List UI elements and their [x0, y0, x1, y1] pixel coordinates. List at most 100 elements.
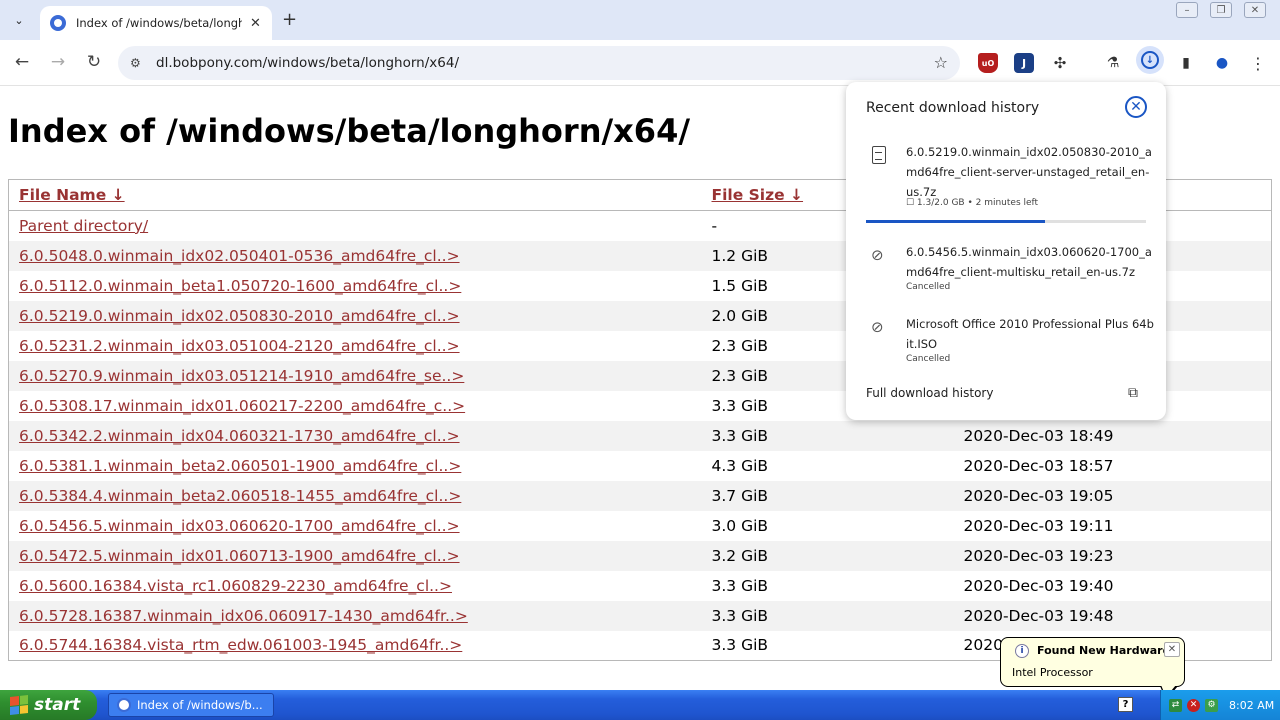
- file-link[interactable]: 6.0.5384.4.winmain_beta2.060518-1455_amd…: [19, 487, 461, 505]
- file-size-cell: 3.2 GiB: [701, 540, 954, 571]
- file-link[interactable]: 6.0.5472.5.winmain_idx01.060713-1900_amd…: [19, 547, 460, 565]
- help-icon[interactable]: ?: [1118, 697, 1133, 712]
- file-size-cell: 3.3 GiB: [701, 420, 954, 451]
- close-popup-icon[interactable]: ✕: [1125, 96, 1147, 118]
- file-link[interactable]: 6.0.5342.2.winmain_idx04.060321-1730_amd…: [19, 427, 460, 445]
- download-popup-title: Recent download history: [866, 100, 1040, 116]
- file-name-header[interactable]: File Name ↓: [8, 179, 702, 211]
- file-link[interactable]: 6.0.5728.16387.winmain_idx06.060917-1430…: [19, 607, 468, 625]
- file-date-cell: 2020-Dec-03 19:11: [963, 516, 1114, 535]
- table-row: 6.0.5384.4.winmain_beta2.060518-1455_amd…: [8, 480, 1272, 511]
- side-panel-icon[interactable]: ▮: [1176, 53, 1196, 73]
- extensions-puzzle-icon[interactable]: ✣: [1050, 53, 1070, 73]
- download-file-name[interactable]: Microsoft Office 2010 Professional Plus …: [906, 314, 1156, 354]
- parent-directory-link[interactable]: Parent directory/: [19, 217, 148, 235]
- file-date-cell: 2020-Dec-03 19:40: [963, 576, 1114, 595]
- table-row: 6.0.5381.1.winmain_beta2.060501-1900_amd…: [9, 451, 1272, 481]
- downloads-button[interactable]: ↓: [1136, 46, 1164, 74]
- file-name-cell: 6.0.5270.9.winmain_idx03.051214-1910_amd…: [8, 360, 702, 391]
- sort-by-size-link[interactable]: File Size ↓: [712, 186, 804, 204]
- file-name-cell: 6.0.5381.1.winmain_beta2.060501-1900_amd…: [9, 451, 702, 481]
- file-link[interactable]: 6.0.5308.17.winmain_idx01.060217-2200_am…: [19, 397, 465, 415]
- address-bar[interactable]: ⚙ dl.bobpony.com/windows/beta/longhorn/x…: [118, 46, 960, 80]
- file-link[interactable]: 6.0.5219.0.winmain_idx02.050830-2010_amd…: [19, 307, 460, 325]
- file-size-cell: 4.3 GiB: [711, 456, 769, 475]
- open-external-icon[interactable]: ⧉: [1128, 385, 1138, 401]
- ublock-extension-icon[interactable]: uO: [978, 53, 998, 73]
- file-date-cell: 2020-Dec-03 19:05: [953, 480, 1272, 511]
- download-history-popup: Recent download history ✕ 6.0.5219.0.win…: [846, 82, 1166, 420]
- balloon-close-icon[interactable]: ✕: [1164, 642, 1180, 657]
- file-name-cell: 6.0.5472.5.winmain_idx01.060713-1900_amd…: [8, 540, 702, 571]
- tab-close-icon[interactable]: ✕: [250, 16, 261, 31]
- file-name-cell: 6.0.5456.5.winmain_idx03.060620-1700_amd…: [9, 511, 702, 541]
- table-row: 6.0.5600.16384.vista_rc1.060829-2230_amd…: [9, 571, 1272, 601]
- taskbar: start Index of /windows/b... ? ⇄ ✕ ⚙ 8:0…: [0, 690, 1280, 720]
- file-link[interactable]: 6.0.5270.9.winmain_idx03.051214-1910_amd…: [19, 367, 464, 385]
- menu-kebab-icon[interactable]: ⋮: [1248, 53, 1268, 73]
- file-link[interactable]: 6.0.5112.0.winmain_beta1.050720-1600_amd…: [19, 277, 461, 295]
- file-name-cell: Parent directory/: [9, 211, 702, 241]
- globe-favicon-icon: [50, 15, 66, 31]
- info-icon: i: [1015, 644, 1029, 658]
- security-alert-icon[interactable]: ✕: [1187, 698, 1200, 712]
- tab-strip: ⌄ Index of /windows/beta/longhorn ✕ + – …: [0, 0, 1280, 40]
- table-row: 6.0.5342.2.winmain_idx04.060321-1730_amd…: [8, 420, 1272, 451]
- site-settings-icon[interactable]: ⚙: [130, 56, 148, 70]
- file-name-cell: 6.0.5600.16384.vista_rc1.060829-2230_amd…: [9, 571, 702, 601]
- table-row: 6.0.5456.5.winmain_idx03.060620-1700_amd…: [9, 511, 1272, 541]
- full-download-history-link[interactable]: Full download history: [866, 386, 993, 400]
- taskbar-item-label: Index of /windows/b...: [137, 698, 263, 712]
- start-label: start: [34, 695, 81, 715]
- download-file-name[interactable]: 6.0.5456.5.winmain_idx03.060620-1700_amd…: [906, 242, 1156, 282]
- file-size-cell: 3.0 GiB: [711, 516, 769, 535]
- close-window-button[interactable]: ✕: [1244, 2, 1266, 18]
- profile-avatar-icon[interactable]: ●: [1212, 53, 1232, 73]
- tab-search-chevron-icon[interactable]: ⌄: [6, 8, 32, 32]
- taskbar-browser-item[interactable]: Index of /windows/b...: [108, 693, 274, 717]
- file-date-cell: 2020-Dec-03 19:48: [953, 600, 1272, 631]
- file-date-cell: 2020-Dec-03 18:49: [953, 420, 1272, 451]
- download-progress-bar: [866, 220, 1146, 223]
- cancelled-download-icon: ⊘: [871, 318, 884, 336]
- file-link[interactable]: 6.0.5744.16384.vista_rtm_edw.061003-1945…: [19, 636, 462, 654]
- file-link[interactable]: 6.0.5231.2.winmain_idx03.051004-2120_amd…: [19, 337, 460, 355]
- download-status: ☐ 1.3/2.0 GB • 2 minutes left: [906, 198, 1039, 208]
- network-icon[interactable]: ⇄: [1169, 698, 1182, 712]
- labs-flask-icon[interactable]: ⚗: [1103, 53, 1123, 73]
- url-text[interactable]: dl.bobpony.com/windows/beta/longhorn/x64…: [156, 55, 459, 71]
- minimize-button[interactable]: –: [1176, 2, 1198, 18]
- hardware-icon[interactable]: ⚙: [1205, 698, 1218, 712]
- file-link[interactable]: 6.0.5600.16384.vista_rc1.060829-2230_amd…: [19, 577, 452, 595]
- new-tab-plus-icon[interactable]: +: [282, 9, 297, 30]
- download-file-name[interactable]: 6.0.5219.0.winmain_idx02.050830-2010_amd…: [906, 142, 1156, 202]
- download-arrow-icon: ↓: [1141, 51, 1159, 69]
- file-name-cell: 6.0.5112.0.winmain_beta1.050720-1600_amd…: [9, 271, 702, 301]
- file-link[interactable]: 6.0.5456.5.winmain_idx03.060620-1700_amd…: [19, 517, 460, 535]
- bookmark-star-icon[interactable]: ☆: [934, 53, 948, 72]
- file-link[interactable]: 6.0.5381.1.winmain_beta2.060501-1900_amd…: [19, 457, 461, 475]
- hardware-notification-balloon[interactable]: i Found New Hardware Intel Processor ✕: [1000, 637, 1185, 687]
- forward-arrow-icon[interactable]: →: [46, 52, 70, 72]
- file-size-cell: 3.3 GiB: [711, 576, 769, 595]
- reload-icon[interactable]: ↻: [82, 52, 106, 72]
- cancelled-download-icon: ⊘: [871, 246, 884, 264]
- file-name-cell: 6.0.5744.16384.vista_rtm_edw.061003-1945…: [9, 631, 702, 661]
- file-size-cell: 3.7 GiB: [701, 480, 954, 511]
- balloon-title: Found New Hardware: [1037, 644, 1171, 657]
- file-name-cell: 6.0.5384.4.winmain_beta2.060518-1455_amd…: [8, 480, 702, 511]
- back-arrow-icon[interactable]: ←: [10, 52, 34, 72]
- j-extension-icon[interactable]: J: [1014, 53, 1034, 73]
- download-item[interactable]: ⊘ Microsoft Office 2010 Professional Plu…: [846, 314, 1166, 366]
- file-name-cell: 6.0.5219.0.winmain_idx02.050830-2010_amd…: [8, 300, 702, 331]
- download-item[interactable]: 6.0.5219.0.winmain_idx02.050830-2010_amd…: [846, 142, 1166, 212]
- file-name-cell: 6.0.5342.2.winmain_idx04.060321-1730_amd…: [8, 420, 702, 451]
- start-button[interactable]: start: [0, 690, 97, 720]
- tab-active[interactable]: Index of /windows/beta/longhorn ✕: [40, 6, 272, 40]
- download-status: Cancelled: [906, 354, 951, 364]
- sort-by-name-link[interactable]: File Name ↓: [19, 186, 125, 204]
- download-item[interactable]: ⊘ 6.0.5456.5.winmain_idx03.060620-1700_a…: [846, 242, 1166, 294]
- file-name-cell: 6.0.5231.2.winmain_idx03.051004-2120_amd…: [9, 331, 702, 361]
- file-link[interactable]: 6.0.5048.0.winmain_idx02.050401-0536_amd…: [19, 247, 460, 265]
- restore-button[interactable]: ❐: [1210, 2, 1232, 18]
